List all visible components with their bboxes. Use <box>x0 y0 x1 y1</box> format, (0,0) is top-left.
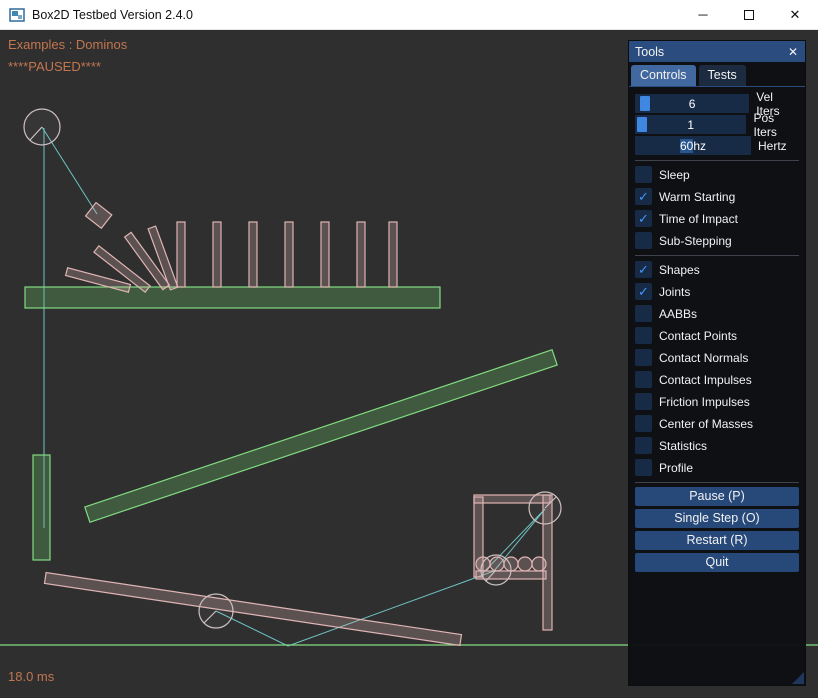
domino <box>285 222 293 287</box>
app-icon <box>9 7 25 23</box>
checkbox-contact-normals[interactable]: ✓ Contact Normals <box>635 348 799 367</box>
checkbox-box: ✓ <box>635 371 652 388</box>
hertz-row: 60 hz Hertz <box>635 136 799 155</box>
separator <box>635 255 799 256</box>
checkbox-box: ✓ <box>635 393 652 410</box>
vertical-post <box>33 455 50 560</box>
checkbox-box: ✓ <box>635 327 652 344</box>
example-label: Examples : Dominos <box>8 37 127 52</box>
vel-iters-value: 6 <box>635 94 749 113</box>
pos-iters-row: 1 Pos Iters <box>635 115 799 134</box>
minimize-button[interactable]: ─ <box>680 0 726 30</box>
tools-panel: Tools ✕ Controls Tests 6 Vel Iters <box>628 40 806 686</box>
checkbox-box: ✓ <box>635 166 652 183</box>
frame-time-label: 18.0 ms <box>8 669 54 684</box>
restart-button[interactable]: Restart (R) <box>635 531 799 550</box>
checkbox-statistics[interactable]: ✓ Statistics <box>635 436 799 455</box>
domino <box>357 222 365 287</box>
checkbox-box: ✓ <box>635 305 652 322</box>
checkbox-box: ✓ <box>635 232 652 249</box>
checkbox-center-of-masses[interactable]: ✓ Center of Masses <box>635 414 799 433</box>
checkbox-aabbs[interactable]: ✓ AABBs <box>635 304 799 323</box>
tools-content: 6 Vel Iters 1 Pos Iters 60 hz Hertz <box>629 87 805 572</box>
close-button[interactable]: ✕ <box>772 0 818 30</box>
tab-tests[interactable]: Tests <box>699 65 746 86</box>
checkbox-box: ✓ <box>635 283 652 300</box>
close-icon: ✕ <box>790 7 801 23</box>
checkbox-box: ✓ <box>635 437 652 454</box>
checkbox-sub-stepping[interactable]: ✓ Sub-Stepping <box>635 231 799 250</box>
pos-iters-value: 1 <box>635 115 746 134</box>
domino <box>389 222 397 287</box>
checkbox-contact-points[interactable]: ✓ Contact Points <box>635 326 799 345</box>
tools-tabbar: Controls Tests <box>629 62 805 87</box>
domino <box>177 222 185 287</box>
quit-button[interactable]: Quit <box>635 553 799 572</box>
app-icon-graphic <box>9 7 25 23</box>
checkbox-time-of-impact[interactable]: ✓ Time of Impact <box>635 209 799 228</box>
check-icon: ✓ <box>638 263 649 276</box>
domino <box>321 222 329 287</box>
checkbox-box: ✓ <box>635 210 652 227</box>
tools-title: Tools <box>635 45 664 59</box>
dynamic-bodies[interactable] <box>44 203 552 646</box>
paused-label: ****PAUSED**** <box>8 59 101 74</box>
hertz-label: Hertz <box>758 139 787 153</box>
checkbox-contact-impulses[interactable]: ✓ Contact Impulses <box>635 370 799 389</box>
tools-close-button[interactable]: ✕ <box>787 45 799 59</box>
resize-grip[interactable] <box>792 672 804 684</box>
vel-iters-slider[interactable]: 6 <box>635 94 749 113</box>
maximize-button[interactable] <box>726 0 772 30</box>
simulation-canvas[interactable]: Examples : Dominos ****PAUSED**** 18.0 m… <box>0 30 818 698</box>
checkbox-shapes[interactable]: ✓ Shapes <box>635 260 799 279</box>
checkbox-box: ✓ <box>635 188 652 205</box>
minimize-icon: ─ <box>698 0 707 30</box>
check-icon: ✓ <box>638 190 649 203</box>
window-titlebar: Box2D Testbed Version 2.4.0 ─ ✕ <box>0 0 818 30</box>
pendulum-box <box>86 203 112 229</box>
window-title: Box2D Testbed Version 2.4.0 <box>32 8 193 22</box>
pause-button[interactable]: Pause (P) <box>635 487 799 506</box>
domino <box>213 222 221 287</box>
checkbox-warm-starting[interactable]: ✓ Warm Starting <box>635 187 799 206</box>
small-ball <box>518 557 532 571</box>
checkbox-friction-impulses[interactable]: ✓ Friction Impulses <box>635 392 799 411</box>
pos-iters-slider[interactable]: 1 <box>635 115 746 134</box>
checkbox-box: ✓ <box>635 349 652 366</box>
app-window: Box2D Testbed Version 2.4.0 ─ ✕ <box>0 0 818 698</box>
checkbox-joints[interactable]: ✓ Joints <box>635 282 799 301</box>
checkbox-box: ✓ <box>635 459 652 476</box>
pos-iters-label: Pos Iters <box>753 111 799 139</box>
domino <box>249 222 257 287</box>
tab-controls[interactable]: Controls <box>631 65 696 86</box>
hertz-input[interactable]: 60 hz <box>635 136 751 155</box>
separator <box>635 160 799 161</box>
window-controls: ─ ✕ <box>680 0 818 30</box>
separator <box>635 482 799 483</box>
check-icon: ✓ <box>638 285 649 298</box>
single-step-button[interactable]: Single Step (O) <box>635 509 799 528</box>
tools-titlebar[interactable]: Tools ✕ <box>629 41 805 62</box>
hertz-value: 60 hz <box>635 136 751 155</box>
checkbox-box: ✓ <box>635 415 652 432</box>
check-icon: ✓ <box>638 212 649 225</box>
maximize-icon <box>744 10 754 20</box>
checkbox-profile[interactable]: ✓ Profile <box>635 458 799 477</box>
domino-shelf <box>25 287 440 308</box>
bottom-plank <box>44 573 461 646</box>
checkbox-sleep[interactable]: ✓ Sleep <box>635 165 799 184</box>
checkbox-box: ✓ <box>635 261 652 278</box>
small-ball <box>532 557 546 571</box>
